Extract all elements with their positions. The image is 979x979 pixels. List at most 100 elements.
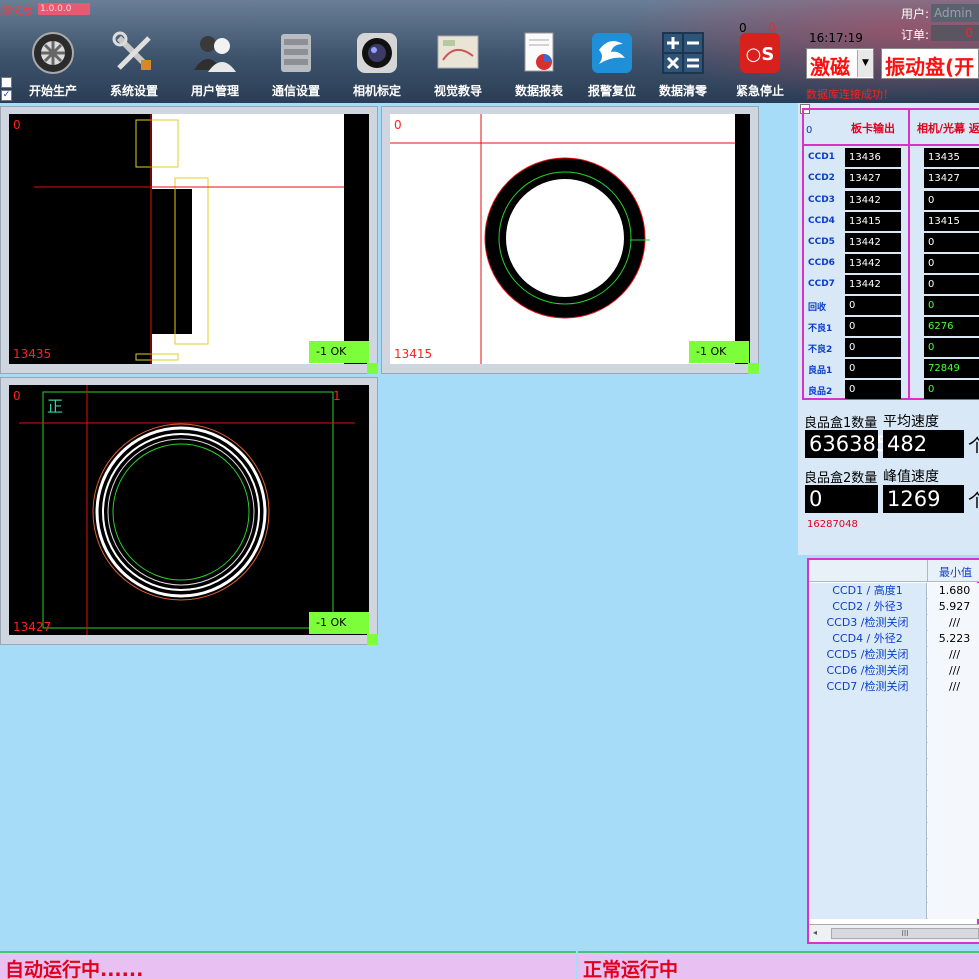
table-row[interactable] — [809, 743, 979, 759]
table-cell-name — [809, 855, 927, 871]
table-row[interactable]: CCD7 /检测关闭/// — [809, 679, 979, 695]
table-cell-min — [928, 711, 979, 727]
board-row-label: 不良2 — [808, 345, 833, 355]
table-row[interactable] — [809, 727, 979, 743]
table-cell-name — [809, 759, 927, 775]
camera-1-result: -1 OK — [309, 341, 369, 363]
vision-teach-button[interactable]: 视觉教导 — [418, 30, 498, 100]
data-report-button[interactable]: 数据报表 — [499, 30, 579, 100]
scrollbar-thumb[interactable]: III — [831, 928, 979, 939]
comm-settings-button[interactable]: 通信设置 — [256, 30, 336, 100]
order-field[interactable]: 0 — [931, 25, 979, 41]
table-row[interactable] — [809, 871, 979, 887]
table-row[interactable]: CCD5 /检测关闭/// — [809, 647, 979, 663]
checkbox-1[interactable] — [1, 77, 12, 88]
camera-1-index: 0 — [13, 118, 21, 132]
table-cell-name — [809, 695, 927, 711]
emergency-stop-label: 紧急停止 — [735, 84, 784, 98]
table-cell-min — [928, 791, 979, 807]
table-cell-name — [809, 775, 927, 791]
table-row[interactable] — [809, 791, 979, 807]
checkbox-2[interactable]: ✓ — [1, 90, 12, 101]
table-cell-name — [809, 711, 927, 727]
camera-icon — [354, 30, 400, 76]
start-production-label: 开始生产 — [28, 84, 77, 98]
test-version-label: 测试版 — [0, 4, 33, 17]
table-cell-min: /// — [928, 663, 979, 679]
table-row[interactable]: CCD2 / 外径3 5.927 — [809, 599, 979, 615]
board-output-value: 0 — [845, 317, 901, 336]
table-cell-min — [928, 743, 979, 759]
board-output-value: 0 — [845, 338, 901, 357]
table-row[interactable]: CCD4 / 外径2 5.223 — [809, 631, 979, 647]
measurement-table[interactable]: 最小值 CCD1 / 高度1 1.680 CCD2 / 外径3 5.927 CCD3 /… — [807, 558, 979, 944]
board-row-label: 不良1 — [808, 324, 833, 334]
good-box1-value: 636385 — [805, 430, 889, 458]
table-cell-min — [928, 903, 979, 919]
system-settings-button[interactable]: 系统设置 — [94, 30, 174, 100]
table-cell-min: /// — [928, 679, 979, 695]
camera-return-value: 72849 — [924, 359, 979, 378]
alarm-reset-button[interactable]: 报警复位 — [572, 30, 652, 100]
camera-view-3[interactable]: 0 1 正 13427 -1 OK — [0, 377, 378, 645]
table-cell-name: CCD7 /检测关闭 — [809, 679, 927, 695]
camera-return-value: 6276 — [924, 317, 979, 336]
table-row[interactable] — [809, 807, 979, 823]
horizontal-scrollbar[interactable]: ◂ III — [809, 924, 979, 942]
table-row[interactable] — [809, 695, 979, 711]
camera-2-result: -1 OK — [689, 341, 749, 363]
table-row[interactable]: CCD1 / 高度1 1.680 — [809, 583, 979, 599]
avg-speed-value: 482 — [883, 430, 964, 458]
table-header-min[interactable]: 最小值 — [939, 564, 972, 580]
camera-calibration-button[interactable]: 相机标定 — [337, 30, 417, 100]
users-icon — [192, 30, 238, 76]
camera-image-1 — [9, 114, 369, 364]
data-clear-button[interactable]: 数据清零 — [643, 30, 723, 100]
chevron-down-icon[interactable]: ▼ — [857, 50, 873, 77]
scroll-left-icon[interactable]: ◂ — [813, 928, 817, 937]
camera-return-value: 13427 — [924, 169, 979, 188]
user-field[interactable]: Admin — [931, 4, 979, 22]
table-row[interactable]: CCD3 /检测关闭/// — [809, 615, 979, 631]
table-row[interactable] — [809, 887, 979, 903]
table-row[interactable] — [809, 759, 979, 775]
table-header: 最小值 — [809, 560, 979, 582]
table-row[interactable] — [809, 839, 979, 855]
table-row[interactable] — [809, 711, 979, 727]
map-icon — [435, 30, 481, 76]
camera-return-value: 0 — [924, 254, 979, 273]
emergency-stop-button[interactable]: ○S 紧急停止 — [720, 30, 800, 100]
camera-return-value: 0 — [924, 191, 979, 210]
camera-return-value: 0 — [924, 338, 979, 357]
table-cell-name — [809, 743, 927, 759]
start-production-button[interactable]: 开始生产 — [13, 30, 93, 100]
table-cell-name — [809, 871, 927, 887]
camera-image-3 — [9, 385, 369, 635]
table-cell-min: 5.927 — [928, 599, 979, 615]
alarm-reset-label: 报警复位 — [587, 84, 636, 98]
vibration-plate-button[interactable]: 振动盘(开 — [881, 48, 979, 79]
board-row-label: CCD2 — [808, 173, 835, 183]
toolbar: 测试版 1.0.0.0 开始生产 系统设置 用户管理 通信设置 相机标定 视觉教… — [0, 0, 979, 103]
table-row[interactable] — [809, 823, 979, 839]
camera-return-value: 13435 — [924, 148, 979, 167]
camera-3-result-tip — [367, 634, 378, 645]
board-col1-header: 板卡输出 — [851, 122, 895, 135]
table-row[interactable] — [809, 855, 979, 871]
table-cell-min — [928, 855, 979, 871]
avg-speed-unit: 个 — [968, 436, 979, 457]
status-left: 自动运行中...... — [0, 951, 576, 979]
camera-3-count: 13427 — [13, 620, 52, 634]
table-row[interactable] — [809, 903, 979, 919]
mode-select[interactable]: 激磁 ▼ — [806, 48, 874, 79]
calculator-icon — [660, 30, 706, 76]
table-row[interactable]: CCD6 /检测关闭/// — [809, 663, 979, 679]
mode-select-value: 激磁 — [810, 55, 850, 79]
board-output-value: 13442 — [845, 275, 901, 294]
camera-view-1[interactable]: 0 13435 -1 OK — [0, 106, 378, 374]
server-icon — [273, 30, 319, 76]
board-output-value: 13427 — [845, 169, 901, 188]
user-management-button[interactable]: 用户管理 — [175, 30, 255, 100]
camera-view-2[interactable]: 0 13415 -1 OK — [381, 106, 759, 374]
table-row[interactable] — [809, 775, 979, 791]
